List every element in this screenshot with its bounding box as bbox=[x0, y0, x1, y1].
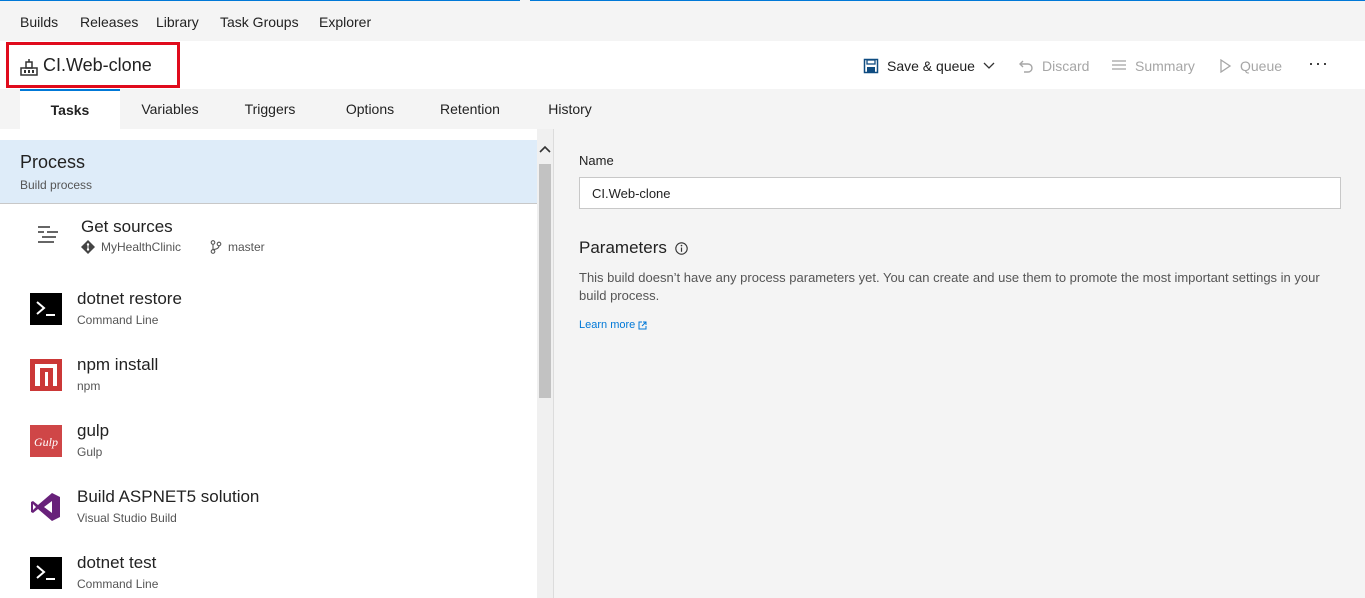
get-sources-row[interactable]: Get sources MyHealthClinic master bbox=[0, 209, 537, 273]
play-icon bbox=[1220, 59, 1232, 73]
task-name: dotnet restore bbox=[77, 289, 182, 308]
title-bar: CI.Web-clone Save & queue Discard Summar… bbox=[0, 41, 1365, 89]
queue-label: Queue bbox=[1240, 58, 1283, 74]
queue-button[interactable]: Queue bbox=[1218, 58, 1282, 74]
hub-nav-explorer[interactable]: Explorer bbox=[319, 14, 371, 30]
gulp-icon: Gulp bbox=[30, 425, 62, 457]
command-line-icon bbox=[30, 557, 62, 589]
process-title: Process bbox=[20, 152, 86, 172]
save-queue-label: Save & queue bbox=[887, 58, 975, 74]
parameters-heading: Parameters bbox=[579, 238, 688, 258]
task-list-pane: Process Build process Get sources MyHeal… bbox=[0, 129, 537, 598]
chevron-down-icon[interactable] bbox=[983, 62, 995, 70]
external-link-icon bbox=[638, 321, 647, 329]
task-list-scrollbar[interactable] bbox=[537, 129, 553, 598]
tab-tasks[interactable]: Tasks bbox=[20, 89, 120, 129]
task-type: Gulp bbox=[77, 445, 103, 459]
task-type: npm bbox=[77, 379, 101, 393]
task-type: Visual Studio Build bbox=[77, 511, 177, 525]
tab-history[interactable]: History bbox=[520, 89, 620, 129]
task-name: npm install bbox=[77, 355, 159, 374]
branch-icon bbox=[210, 240, 222, 254]
tab-bar: Tasks Variables Triggers Options Retenti… bbox=[0, 89, 1365, 129]
parameters-description: This build doesn’t have any process para… bbox=[579, 270, 1320, 303]
summary-button[interactable]: Summary bbox=[1111, 58, 1195, 74]
task-row[interactable]: npm install npm bbox=[0, 343, 537, 407]
name-label: Name bbox=[579, 153, 614, 168]
save-icon bbox=[863, 58, 879, 74]
task-row[interactable]: dotnet restore Command Line bbox=[0, 277, 537, 341]
learn-more-link[interactable]: Learn more bbox=[579, 319, 647, 331]
repo-meta: MyHealthClinic bbox=[81, 240, 181, 254]
build-pipeline-icon bbox=[20, 59, 38, 76]
tab-options[interactable]: Options bbox=[320, 89, 420, 129]
discard-label: Discard bbox=[1042, 58, 1090, 74]
hub-nav-library[interactable]: Library bbox=[156, 14, 199, 30]
svg-text:Gulp: Gulp bbox=[34, 435, 58, 449]
more-actions-button[interactable]: ··· bbox=[1308, 53, 1329, 74]
hub-nav-task-groups[interactable]: Task Groups bbox=[220, 14, 299, 30]
learn-more-label: Learn more bbox=[579, 319, 636, 331]
name-input[interactable] bbox=[579, 177, 1341, 209]
task-type: Command Line bbox=[77, 313, 159, 327]
get-sources-icon bbox=[38, 226, 58, 243]
tab-retention[interactable]: Retention bbox=[420, 89, 520, 129]
branch-meta: master bbox=[210, 240, 265, 254]
parameters-title: Parameters bbox=[579, 238, 667, 257]
undo-icon bbox=[1019, 60, 1033, 73]
tab-triggers[interactable]: Triggers bbox=[220, 89, 320, 129]
task-name: dotnet test bbox=[77, 553, 157, 572]
page-title: CI.Web-clone bbox=[43, 55, 152, 75]
repo-name: MyHealthClinic bbox=[101, 240, 182, 254]
save-queue-button[interactable]: Save & queue bbox=[863, 58, 995, 74]
process-subtitle: Build process bbox=[20, 178, 93, 192]
tab-variables[interactable]: Variables bbox=[120, 89, 220, 129]
task-row[interactable]: Gulp gulp Gulp bbox=[0, 409, 537, 473]
visual-studio-icon bbox=[31, 493, 60, 521]
task-row[interactable]: dotnet test Command Line bbox=[0, 541, 537, 598]
info-icon[interactable] bbox=[675, 241, 688, 255]
get-sources-label: Get sources bbox=[81, 217, 173, 236]
process-row[interactable]: Process Build process bbox=[0, 140, 537, 204]
command-line-icon bbox=[30, 293, 62, 325]
chevron-up-icon[interactable] bbox=[539, 143, 551, 155]
list-icon bbox=[1112, 60, 1126, 70]
details-pane: Name Parameters This build doesn’t have … bbox=[554, 129, 1365, 598]
npm-icon bbox=[30, 359, 62, 391]
discard-button[interactable]: Discard bbox=[1018, 58, 1089, 74]
hub-nav: Builds Releases Library Task Groups Expl… bbox=[0, 2, 1365, 42]
branch-name: master bbox=[228, 240, 265, 254]
summary-label: Summary bbox=[1135, 58, 1195, 74]
git-repo-icon bbox=[81, 240, 95, 254]
scrollbar-thumb[interactable] bbox=[539, 164, 551, 398]
task-name: gulp bbox=[77, 421, 110, 440]
task-type: Command Line bbox=[77, 577, 159, 591]
hub-nav-builds[interactable]: Builds bbox=[20, 14, 58, 30]
task-row[interactable]: Build ASPNET5 solution Visual Studio Bui… bbox=[0, 475, 537, 539]
hub-nav-releases[interactable]: Releases bbox=[80, 14, 138, 30]
task-name: Build ASPNET5 solution bbox=[77, 487, 260, 506]
